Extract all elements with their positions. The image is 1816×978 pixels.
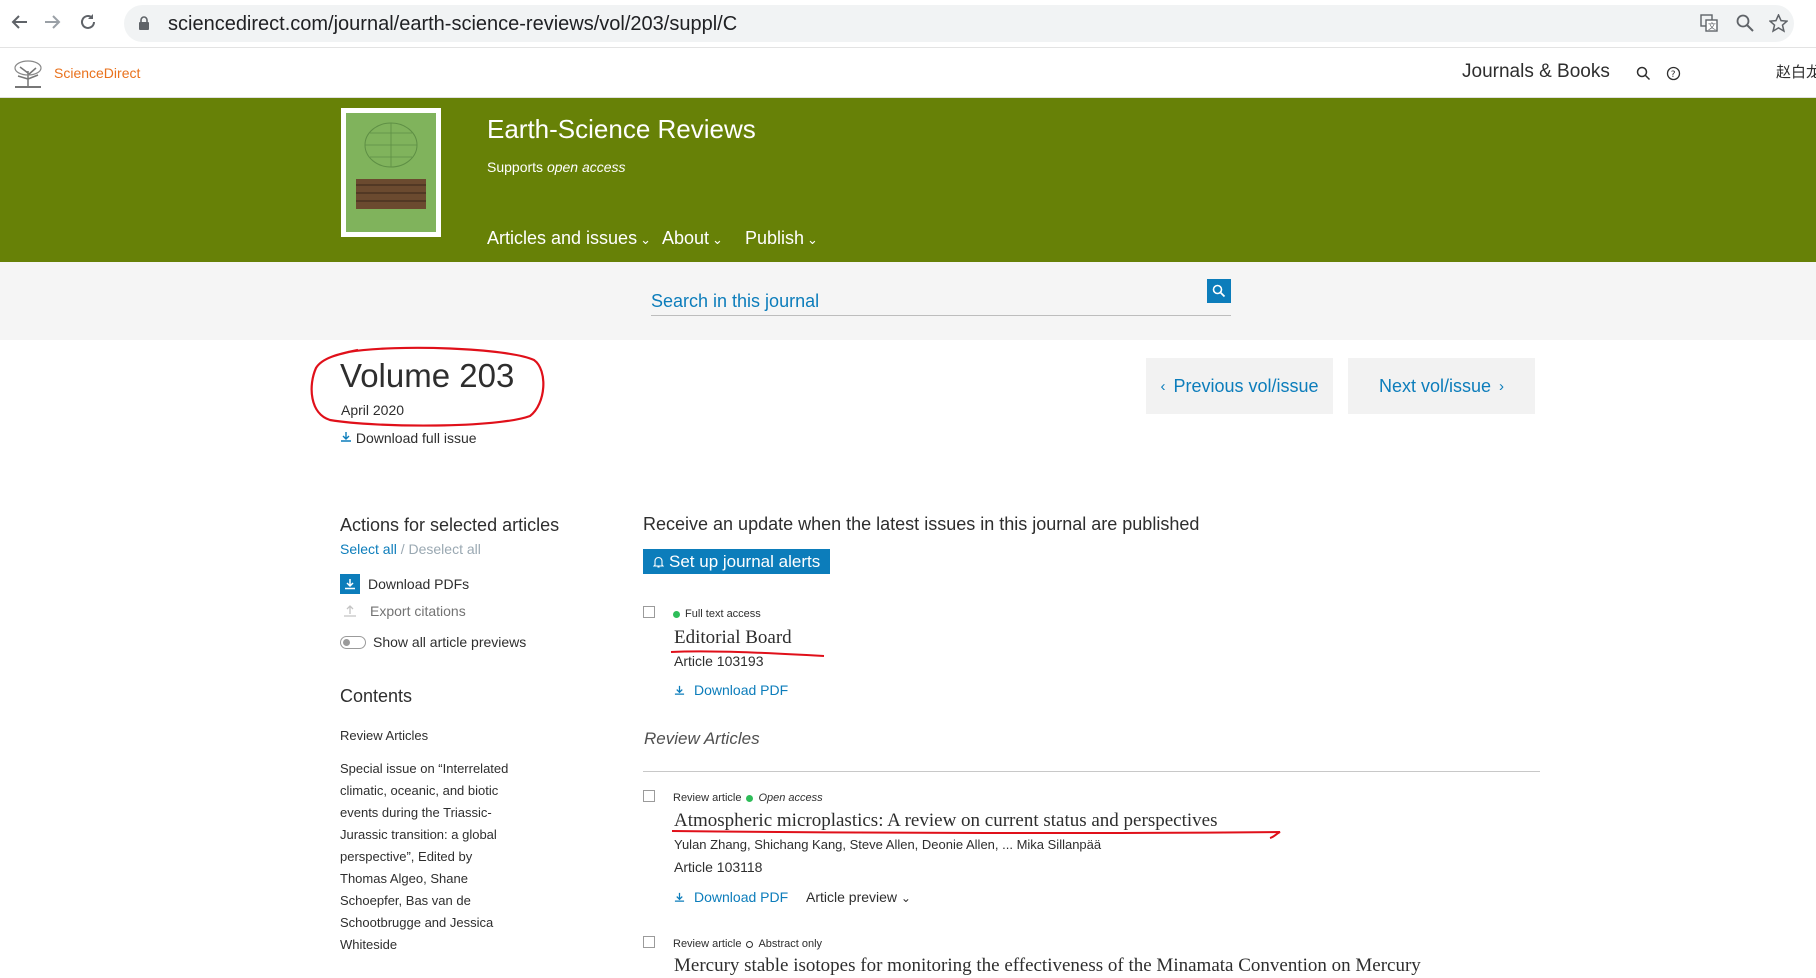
select-all-link[interactable]: Select all (340, 541, 397, 557)
access-dot-icon (746, 794, 754, 802)
article-title-mercury-isotopes[interactable]: Mercury stable isotopes for monitoring t… (674, 955, 1421, 977)
search-journal-input[interactable] (651, 282, 1231, 316)
chevron-down-icon: ⌄ (807, 232, 818, 247)
help-icon[interactable]: ? (1665, 65, 1682, 82)
red-annotation-circle (310, 346, 545, 427)
selection-controls: Select all / Deselect all (340, 541, 481, 557)
article-authors: Yulan Zhang, Shichang Kang, Steve Allen,… (674, 837, 1102, 852)
export-icon (344, 605, 356, 617)
contents-link-special-issue[interactable]: Special issue on “Interrelated climatic,… (340, 758, 520, 956)
address-bar[interactable]: sciencedirect.com/journal/earth-science-… (124, 5, 1794, 42)
svg-text:文: 文 (1708, 21, 1716, 31)
contents-link-review-articles[interactable]: Review Articles (340, 728, 428, 743)
download-pdf-link[interactable]: Download PDF (674, 682, 788, 698)
elsevier-tree-logo-icon[interactable] (11, 59, 45, 89)
access-label: Full text access (673, 608, 761, 620)
open-access-note: Supports open access (487, 159, 626, 175)
zoom-icon[interactable] (1734, 12, 1756, 34)
toggle-switch[interactable] (340, 635, 366, 649)
actions-title: Actions for selected articles (340, 515, 560, 535)
journal-title[interactable]: Earth-Science Reviews (487, 114, 756, 145)
article-checkbox[interactable] (643, 936, 655, 948)
svg-text:?: ? (1671, 70, 1676, 80)
journals-books-link[interactable]: Journals & Books (1462, 61, 1610, 83)
access-dot-icon (673, 610, 680, 618)
download-icon (341, 432, 351, 442)
download-full-issue-link[interactable]: Download full issue (340, 430, 477, 446)
user-name[interactable]: 赵白龙 (1776, 61, 1816, 82)
alert-prompt: Receive an update when the latest issues… (643, 514, 1200, 534)
previous-issue-button[interactable]: ‹ Previous vol/issue (1146, 358, 1333, 414)
journal-banner: Earth-Science Reviews Supports open acce… (0, 98, 1816, 262)
section-divider (643, 771, 1540, 772)
lock-icon (139, 16, 149, 30)
export-citations-button[interactable]: Export citations (340, 603, 466, 619)
journal-cover-image (346, 113, 436, 232)
article-preview-toggle[interactable]: Article preview ⌄ (806, 889, 911, 905)
download-icon (340, 574, 360, 594)
bookmark-star-icon[interactable] (1767, 12, 1789, 34)
chevron-right-icon: › (1499, 377, 1505, 395)
download-pdfs-button[interactable]: Download PDFs (340, 574, 469, 594)
forward-arrow-icon[interactable] (40, 10, 64, 34)
back-arrow-icon[interactable] (8, 10, 32, 34)
next-issue-button[interactable]: Next vol/issue › (1348, 358, 1535, 414)
search-icon (1212, 284, 1226, 298)
sciencedirect-brand[interactable]: ScienceDirect (54, 65, 140, 81)
setup-journal-alerts-button[interactable]: Set up journal alerts (643, 549, 831, 574)
nav-publish[interactable]: Publish ⌄ (745, 228, 818, 249)
abstract-only-dot-icon (746, 940, 754, 948)
journal-cover[interactable] (341, 108, 441, 237)
chevron-down-icon: ⌄ (712, 232, 723, 247)
download-pdf-link[interactable]: Download PDF (674, 889, 788, 905)
chevron-left-icon: ‹ (1160, 377, 1166, 395)
article-type-label: Review article Abstract only (673, 938, 823, 950)
url-text[interactable]: sciencedirect.com/journal/earth-science-… (168, 13, 737, 36)
journal-search-bar (0, 262, 1816, 340)
deselect-all-link[interactable]: Deselect all (408, 541, 480, 557)
search-icon[interactable] (1635, 65, 1653, 83)
article-number: Article 103118 (674, 859, 763, 875)
nav-articles-and-issues[interactable]: Articles and issues ⌄ (487, 228, 651, 249)
download-icon (674, 892, 685, 902)
site-header: ScienceDirect Journals & Books ? 赵白龙 (0, 49, 1816, 98)
chevron-down-icon: ⌄ (640, 232, 651, 247)
article-checkbox[interactable] (643, 790, 655, 802)
download-icon (674, 685, 685, 695)
browser-toolbar: sciencedirect.com/journal/earth-science-… (0, 0, 1816, 48)
chevron-down-icon: ⌄ (900, 891, 911, 905)
article-checkbox[interactable] (643, 606, 655, 618)
search-button[interactable] (1207, 279, 1231, 303)
article-type-label: Review article Open access (673, 792, 823, 804)
reload-icon[interactable] (76, 10, 100, 34)
nav-about[interactable]: About ⌄ (662, 228, 723, 249)
bell-icon (653, 556, 664, 568)
contents-title: Contents (340, 686, 413, 706)
show-previews-toggle[interactable]: Show all article previews (340, 634, 526, 650)
section-heading-review-articles: Review Articles (644, 729, 760, 748)
article-title-editorial-board[interactable]: Editorial Board (674, 627, 792, 649)
article-number: Article 103193 (674, 653, 764, 669)
translate-icon[interactable]: 文 (1698, 12, 1720, 34)
